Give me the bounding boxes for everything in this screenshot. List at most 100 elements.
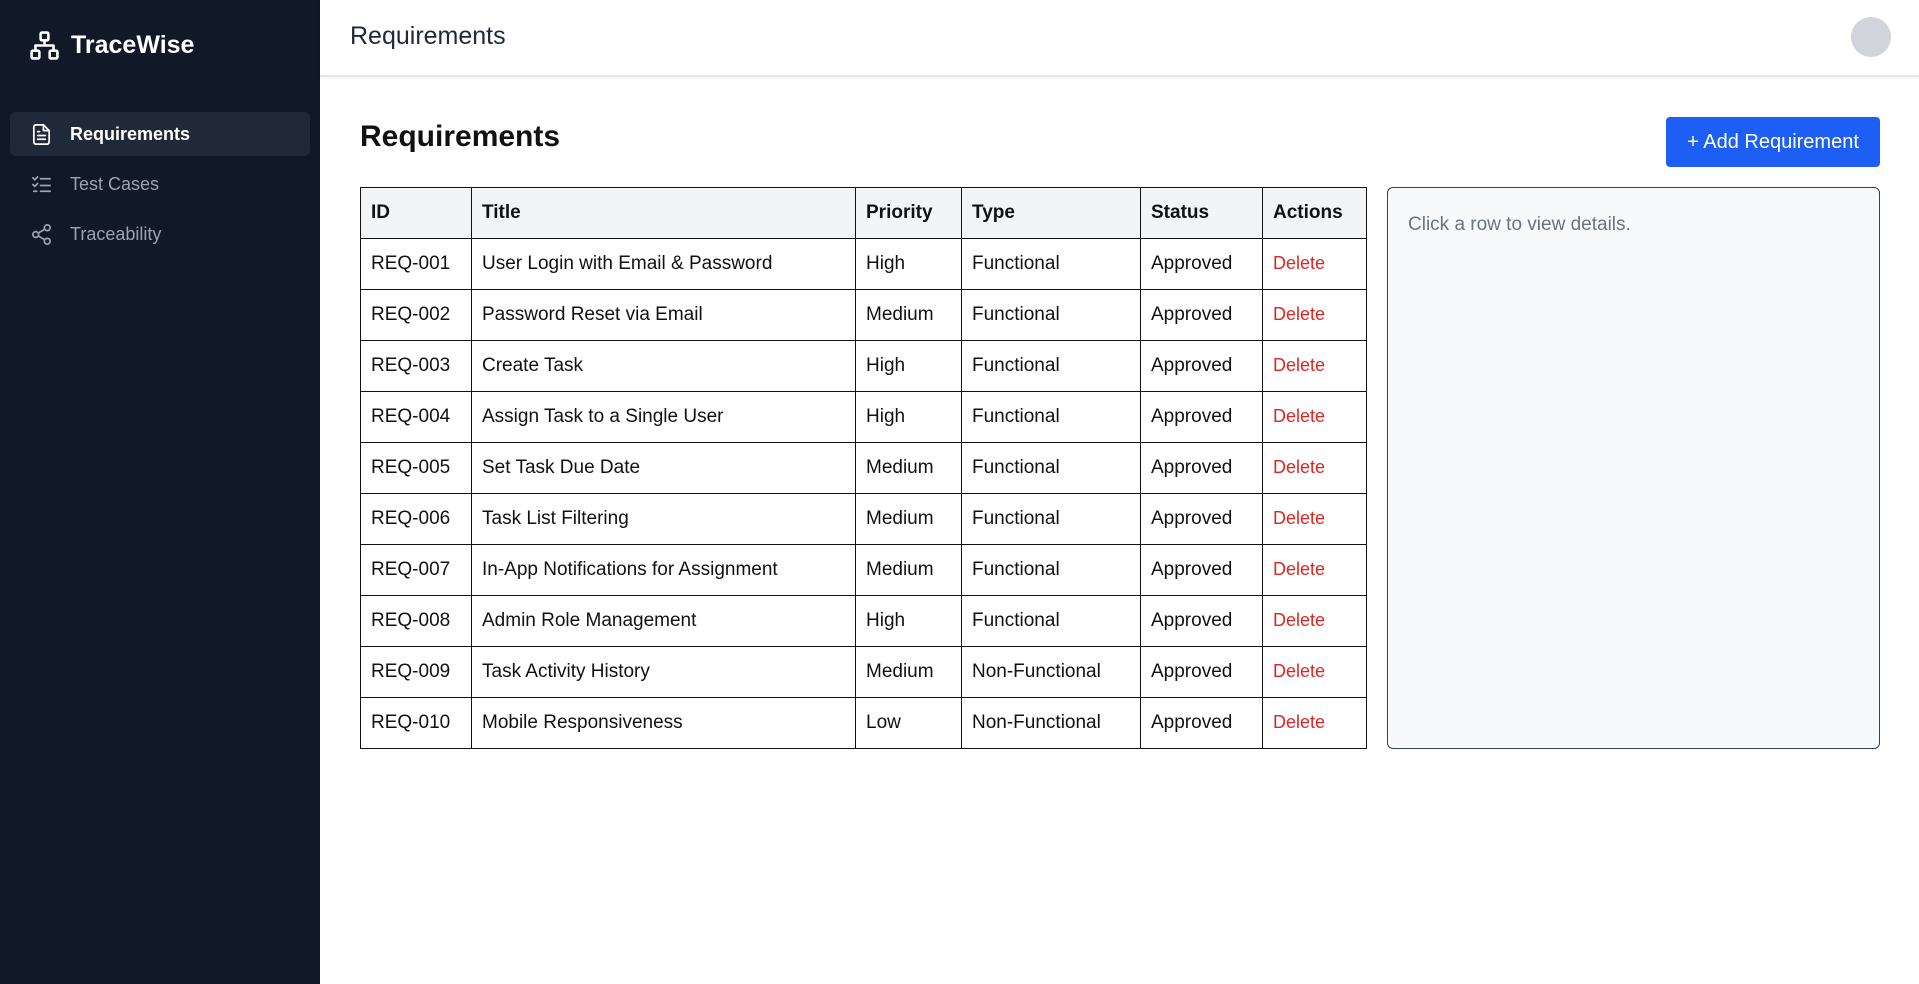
brand-name: TraceWise (71, 30, 195, 59)
cell-actions: Delete (1262, 595, 1367, 647)
sidebar-item-label: Test Cases (70, 173, 160, 194)
cell-priority: Medium (855, 289, 962, 341)
header-title: Requirements (350, 22, 506, 50)
column-header-priority[interactable]: Priority (855, 187, 962, 239)
table-row[interactable]: REQ-002 Password Reset via Email Medium … (360, 289, 1367, 341)
cell-id: REQ-009 (360, 646, 472, 698)
delete-link[interactable]: Delete (1273, 508, 1325, 528)
sidebar: TraceWise Requirements Test Cases Tracea… (0, 0, 320, 984)
cell-status: Approved (1140, 595, 1263, 647)
cell-type: Functional (961, 340, 1141, 392)
delete-link[interactable]: Delete (1273, 661, 1325, 681)
cell-priority: Medium (855, 442, 962, 494)
cell-title: Admin Role Management (471, 595, 856, 647)
cell-title: Task Activity History (471, 646, 856, 698)
sidebar-item-label: Requirements (70, 123, 191, 144)
table-row[interactable]: REQ-010 Mobile Responsiveness Low Non-Fu… (360, 697, 1367, 749)
column-header-title[interactable]: Title (471, 187, 856, 239)
cell-status: Approved (1140, 340, 1263, 392)
cell-actions: Delete (1262, 493, 1367, 545)
cell-priority: High (855, 340, 962, 392)
sidebar-item-test-cases[interactable]: Test Cases (10, 162, 310, 206)
cell-status: Approved (1140, 289, 1263, 341)
table-row[interactable]: REQ-005 Set Task Due Date Medium Functio… (360, 442, 1367, 494)
cell-actions: Delete (1262, 391, 1367, 443)
cell-actions: Delete (1262, 442, 1367, 494)
add-requirement-button[interactable]: + Add Requirement (1666, 117, 1880, 167)
delete-link[interactable]: Delete (1273, 253, 1325, 273)
cell-type: Functional (961, 391, 1141, 443)
cell-priority: Low (855, 697, 962, 749)
cell-actions: Delete (1262, 697, 1367, 749)
top-bar: Requirements (320, 0, 1919, 77)
table-row[interactable]: REQ-003 Create Task High Functional Appr… (360, 340, 1367, 392)
cell-priority: High (855, 238, 962, 290)
sidebar-item-label: Traceability (70, 223, 162, 244)
share-nodes-icon (30, 223, 53, 246)
cell-actions: Delete (1262, 544, 1367, 596)
cell-type: Functional (961, 442, 1141, 494)
cell-title: In-App Notifications for Assignment (471, 544, 856, 596)
cell-title: Assign Task to a Single User (471, 391, 856, 443)
cell-priority: Medium (855, 646, 962, 698)
cell-priority: Medium (855, 493, 962, 545)
cell-id: REQ-007 (360, 544, 472, 596)
cell-title: Task List Filtering (471, 493, 856, 545)
delete-link[interactable]: Delete (1273, 559, 1325, 579)
cell-id: REQ-003 (360, 340, 472, 392)
cell-actions: Delete (1262, 646, 1367, 698)
table-header-row: ID Title Priority Type Status Actions (360, 187, 1367, 239)
cell-priority: High (855, 595, 962, 647)
cell-actions: Delete (1262, 238, 1367, 290)
cell-actions: Delete (1262, 340, 1367, 392)
requirements-table: ID Title Priority Type Status Actions RE… (360, 187, 1367, 749)
delete-link[interactable]: Delete (1273, 304, 1325, 324)
checklist-icon (30, 173, 53, 196)
column-header-type[interactable]: Type (961, 187, 1141, 239)
cell-id: REQ-010 (360, 697, 472, 749)
cell-id: REQ-004 (360, 391, 472, 443)
cell-status: Approved (1140, 646, 1263, 698)
avatar[interactable] (1851, 17, 1891, 57)
cell-title: Mobile Responsiveness (471, 697, 856, 749)
cell-id: REQ-001 (360, 238, 472, 290)
cell-id: REQ-005 (360, 442, 472, 494)
cell-type: Non-Functional (961, 697, 1141, 749)
table-row[interactable]: REQ-009 Task Activity History Medium Non… (360, 646, 1367, 698)
cell-type: Functional (961, 289, 1141, 341)
delete-link[interactable]: Delete (1273, 406, 1325, 426)
table-row[interactable]: REQ-008 Admin Role Management High Funct… (360, 595, 1367, 647)
cell-type: Functional (961, 493, 1141, 545)
table-row[interactable]: REQ-004 Assign Task to a Single User Hig… (360, 391, 1367, 443)
cell-type: Functional (961, 544, 1141, 596)
cell-title: Password Reset via Email (471, 289, 856, 341)
cell-type: Functional (961, 238, 1141, 290)
cell-title: User Login with Email & Password (471, 238, 856, 290)
cell-priority: High (855, 391, 962, 443)
cell-status: Approved (1140, 697, 1263, 749)
table-row[interactable]: REQ-007 In-App Notifications for Assignm… (360, 544, 1367, 596)
cell-type: Functional (961, 595, 1141, 647)
cell-id: REQ-008 (360, 595, 472, 647)
table-row[interactable]: REQ-006 Task List Filtering Medium Funct… (360, 493, 1367, 545)
sitemap-icon (29, 30, 60, 61)
cell-status: Approved (1140, 442, 1263, 494)
table-row[interactable]: REQ-001 User Login with Email & Password… (360, 238, 1367, 290)
delete-link[interactable]: Delete (1273, 712, 1325, 732)
cell-title: Set Task Due Date (471, 442, 856, 494)
cell-id: REQ-002 (360, 289, 472, 341)
sidebar-item-traceability[interactable]: Traceability (10, 212, 310, 256)
delete-link[interactable]: Delete (1273, 355, 1325, 375)
details-placeholder: Click a row to view details. (1408, 214, 1631, 235)
cell-id: REQ-006 (360, 493, 472, 545)
delete-link[interactable]: Delete (1273, 610, 1325, 630)
delete-link[interactable]: Delete (1273, 457, 1325, 477)
details-panel: Click a row to view details. (1387, 187, 1880, 749)
brand[interactable]: TraceWise (29, 28, 194, 62)
column-header-id[interactable]: ID (360, 187, 472, 239)
sidebar-item-requirements[interactable]: Requirements (10, 112, 310, 156)
page-title: Requirements (360, 120, 561, 153)
cell-priority: Medium (855, 544, 962, 596)
column-header-status[interactable]: Status (1140, 187, 1263, 239)
cell-type: Non-Functional (961, 646, 1141, 698)
